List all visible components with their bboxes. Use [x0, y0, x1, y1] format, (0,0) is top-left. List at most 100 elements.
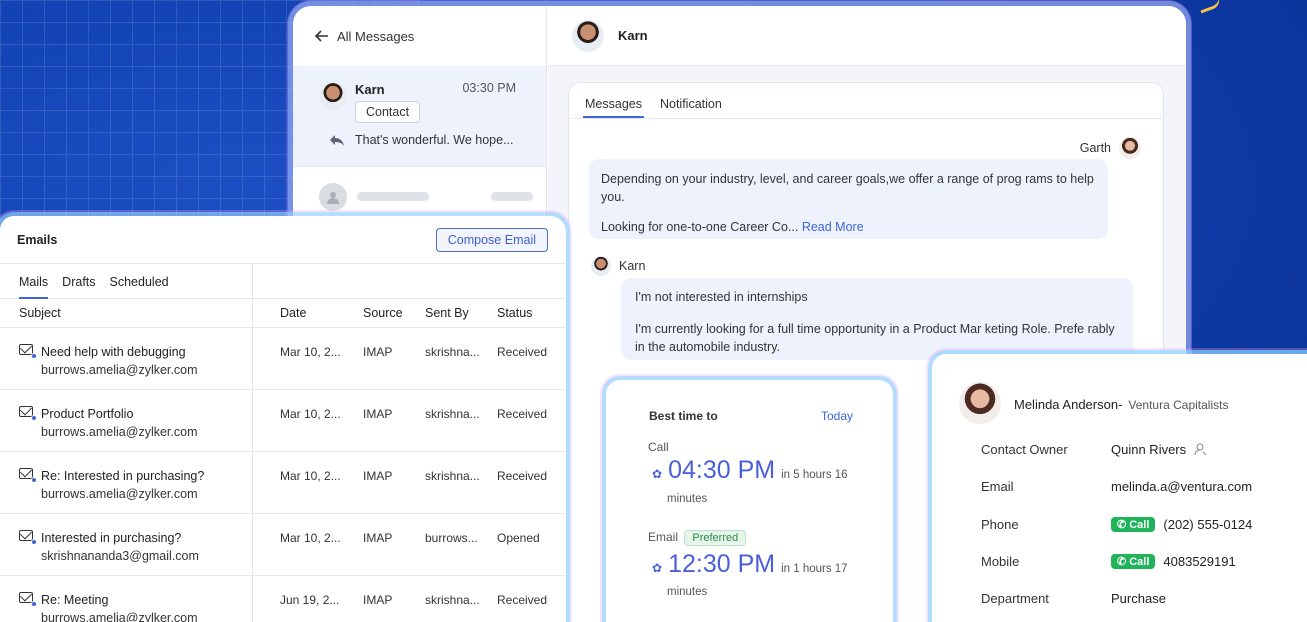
user-icon	[1194, 443, 1207, 456]
contact-name: Melinda Anderson-	[1014, 397, 1123, 412]
field-value: Quinn Rivers	[1111, 442, 1187, 457]
contact-tag[interactable]: Contact	[355, 101, 421, 123]
message-bubble: I'm not interested in internships I'm cu…	[621, 278, 1133, 360]
sparkle-icon: ✿	[652, 561, 663, 575]
email-subject: Interested in purchasing?	[41, 531, 182, 545]
message-sender: Garth	[1080, 137, 1141, 159]
call-button[interactable]: ✆ Call	[1111, 517, 1156, 532]
decorative-curve	[1197, 0, 1223, 14]
sender-name: Karn	[619, 259, 646, 273]
compose-email-button[interactable]: Compose Email	[435, 227, 548, 252]
email-subject: Re: Meeting	[41, 593, 109, 607]
avatar	[319, 82, 347, 110]
email-source: IMAP	[363, 345, 393, 359]
email-subject: Re: Interested in purchasing?	[41, 469, 205, 483]
avatar	[1119, 137, 1141, 159]
call-minutes: minutes	[667, 493, 708, 505]
call-time-value: 04:30 PM	[668, 456, 776, 484]
table-header: Subject Date Source Sent By Status	[0, 299, 566, 328]
email-date: Jun 19, 2...	[280, 593, 340, 607]
column-subject[interactable]: Subject	[19, 306, 61, 320]
email-address: skrishnananda3@gmail.com	[41, 549, 199, 563]
mail-icon	[19, 406, 37, 421]
email-subject: Product Portfolio	[41, 407, 134, 421]
column-status[interactable]: Status	[497, 306, 532, 320]
table-row[interactable]: Need help with debugging burrows.amelia@z…	[0, 328, 566, 390]
avatar	[591, 256, 611, 276]
call-button[interactable]: ✆ Call	[1111, 554, 1156, 569]
column-source[interactable]: Source	[363, 306, 403, 320]
tab-drafts[interactable]: Drafts	[62, 264, 95, 298]
mail-icon	[19, 592, 37, 607]
tab-messages[interactable]: Messages	[583, 83, 644, 118]
user-placeholder-icon	[319, 182, 347, 211]
mail-icon	[19, 344, 37, 359]
conversation-preview: That's wonderful. We hope...	[329, 133, 514, 147]
email-status: Received	[497, 593, 548, 607]
back-to-all-messages[interactable]: All Messages	[293, 6, 546, 66]
email-status: Received	[497, 469, 548, 483]
email-label-row: Email Preferred	[648, 530, 747, 546]
message-text: I'm currently looking for a full time op…	[635, 322, 1115, 336]
table-row[interactable]: Re: Meeting burrows.amelia@zylker.com Jun …	[0, 576, 566, 622]
email-sent-by: skrishna...	[425, 593, 480, 607]
tab-mails[interactable]: Mails	[19, 264, 49, 299]
reply-icon	[330, 134, 344, 146]
message-text: Looking for one-to-one Career Co...	[601, 220, 799, 234]
email-status: Received	[497, 345, 548, 359]
email-sent-by: burrows...	[425, 531, 478, 545]
field-value: Purchase	[1111, 591, 1166, 606]
tab-notification[interactable]: Notification	[660, 83, 722, 118]
arrow-left-icon	[315, 30, 328, 42]
email-source: IMAP	[363, 469, 393, 483]
message-text: Depending on your industry, level, and c…	[601, 172, 1094, 204]
emails-header: Emails Compose Email	[0, 216, 566, 264]
best-time-card: Best time to Today Call ✿ 04:30 PM in 5 …	[606, 380, 893, 622]
emails-title: Emails	[17, 232, 58, 247]
message-bubble: Depending on your industry, level, and c…	[589, 159, 1108, 239]
email-status: Opened	[497, 531, 540, 545]
field-value[interactable]: melinda.a@ventura.com	[1111, 479, 1252, 494]
message-sender: Karn	[591, 256, 645, 276]
email-rows: Need help with debugging burrows.amelia@z…	[0, 328, 566, 622]
email-time-value: 12:30 PM	[668, 550, 776, 578]
contact-heading: Melinda Anderson- Ventura Capitalists	[1014, 397, 1228, 412]
contact-card: Melinda Anderson- Ventura Capitalists Co…	[932, 354, 1307, 622]
email-date: Mar 10, 2...	[280, 469, 341, 483]
email-address: burrows.amelia@zylker.com	[41, 487, 198, 501]
email-relative: in 1 hours 17	[781, 563, 848, 575]
email-sent-by: skrishna...	[425, 345, 480, 359]
chat-contact-name: Karn	[618, 28, 648, 43]
field-label: Email	[981, 479, 1014, 494]
conversation-item[interactable]: Karn 03:30 PM Contact That's wonderful. …	[293, 66, 546, 166]
phone-icon: ✆	[1117, 519, 1127, 531]
table-row[interactable]: Product Portfolio burrows.amelia@zylker.c…	[0, 390, 566, 452]
chat-tabs: Messages Notification	[569, 83, 1163, 119]
read-more-link[interactable]: Read More	[802, 220, 864, 234]
email-address: burrows.amelia@zylker.com	[41, 611, 198, 622]
back-label: All Messages	[337, 28, 415, 44]
mail-icon	[19, 468, 37, 483]
avatar	[572, 19, 604, 52]
email-address: burrows.amelia@zylker.com	[41, 363, 198, 377]
table-row[interactable]: Interested in purchasing? skrishnananda3@…	[0, 514, 566, 576]
field-label: Phone	[981, 517, 1019, 532]
email-sent-by: skrishna...	[425, 469, 480, 483]
chat-header: Karn	[548, 6, 1186, 66]
mail-icon	[19, 530, 37, 545]
phone-icon: ✆	[1117, 556, 1127, 568]
field-phone: Phone ✆ Call (202) 555-0124	[981, 517, 1307, 532]
conversation-time: 03:30 PM	[462, 81, 516, 95]
column-date[interactable]: Date	[280, 306, 306, 320]
preview-text: That's wonderful. We hope...	[355, 133, 514, 147]
email-tabs: Mails Drafts Scheduled	[0, 264, 566, 299]
today-dropdown[interactable]: Today	[821, 409, 853, 423]
email-sent-by: skrishna...	[425, 407, 480, 421]
email-date: Mar 10, 2...	[280, 531, 341, 545]
email-status: Received	[497, 407, 548, 421]
table-row[interactable]: Re: Interested in purchasing? burrows.ame…	[0, 452, 566, 514]
email-source: IMAP	[363, 531, 393, 545]
column-sent-by[interactable]: Sent By	[425, 306, 469, 320]
tab-scheduled[interactable]: Scheduled	[110, 264, 169, 298]
field-contact-owner: Contact Owner Quinn Rivers	[981, 442, 1307, 457]
